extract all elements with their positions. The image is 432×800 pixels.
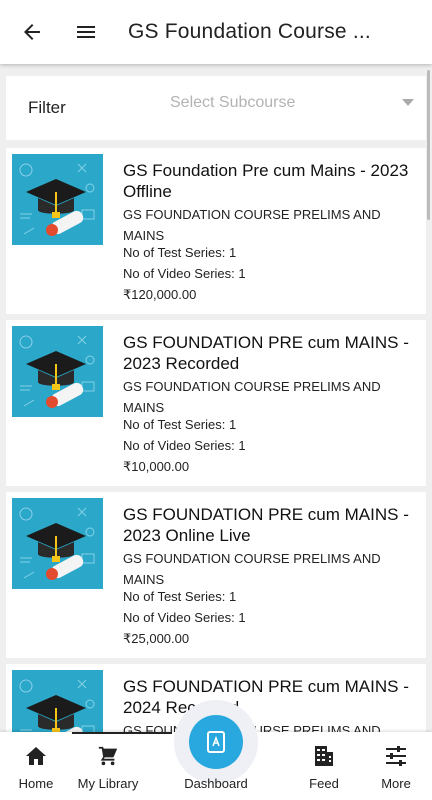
- nav-my-library[interactable]: My Library: [68, 732, 148, 800]
- filter-bar: Filter Select Subcourse: [6, 76, 426, 140]
- video-series-count: No of Video Series: 1: [123, 610, 246, 625]
- subcourse-select[interactable]: Select Subcourse: [148, 83, 414, 123]
- course-thumbnail: [12, 498, 103, 589]
- book-icon: [207, 731, 225, 753]
- course-title: GS Foundation Pre cum Mains - 2023 Offli…: [123, 161, 409, 201]
- sliders-icon: [386, 746, 406, 766]
- page-title: GS Foundation Course ...: [128, 20, 371, 43]
- scrollbar[interactable]: [427, 70, 430, 220]
- nav-feed-label: Feed: [309, 776, 339, 791]
- back-arrow-icon: [24, 24, 40, 40]
- nav-more[interactable]: More: [356, 732, 432, 800]
- course-price: ₹25,000.00: [123, 631, 190, 646]
- course-subtitle: GS FOUNDATION COURSE PRELIMS AND MAINS: [123, 551, 381, 587]
- nav-home-label: Home: [18, 776, 54, 791]
- test-series-count: No of Test Series: 1: [123, 245, 237, 260]
- nav-my-library-label: My Library: [77, 776, 139, 791]
- nav-dashboard[interactable]: [174, 700, 258, 784]
- graduation-cap-icon: [19, 163, 95, 236]
- course-title: GS FOUNDATION PRE cum MAINS - 2023 Recor…: [123, 333, 409, 373]
- course-thumbnail: [12, 154, 103, 245]
- course-subtitle: GS FOUNDATION COURSE PRELIMS AND MAINS: [123, 379, 381, 415]
- graduation-cap-icon: [19, 507, 95, 580]
- menu-button[interactable]: [66, 12, 106, 52]
- home-icon: [26, 747, 46, 765]
- nav-divider: [72, 732, 172, 734]
- course-card[interactable]: GS FOUNDATION PRE cum MAINS - 2023 Recor…: [6, 320, 426, 486]
- dropdown-caret-icon: [402, 99, 414, 106]
- nav-dashboard-label: Dashboard: [184, 776, 248, 791]
- course-thumbnail: [12, 326, 103, 417]
- back-button[interactable]: [12, 12, 52, 52]
- video-series-count: No of Video Series: 1: [123, 266, 246, 281]
- cart-icon: [98, 746, 118, 766]
- video-series-count: No of Video Series: 1: [123, 438, 246, 453]
- course-price: ₹120,000.00: [123, 287, 197, 302]
- app-bar: GS Foundation Course ...: [0, 0, 432, 64]
- test-series-count: No of Test Series: 1: [123, 417, 237, 432]
- hamburger-menu-icon: [77, 26, 95, 38]
- dashboard-button[interactable]: [189, 715, 243, 769]
- graduation-cap-icon: [19, 335, 95, 408]
- course-title: GS FOUNDATION PRE cum MAINS - 2023 Onlin…: [123, 505, 409, 545]
- nav-home[interactable]: Home: [0, 732, 76, 800]
- course-price: ₹10,000.00: [123, 459, 190, 474]
- course-card[interactable]: GS FOUNDATION PRE cum MAINS - 2023 Onlin…: [6, 492, 426, 658]
- filter-label: Filter: [28, 98, 66, 117]
- course-subtitle: GS FOUNDATION COURSE PRELIMS AND MAINS: [123, 207, 381, 243]
- course-title: GS FOUNDATION PRE cum MAINS - 2024 Recor…: [123, 677, 409, 717]
- building-icon: [315, 746, 333, 766]
- nav-feed[interactable]: Feed: [284, 732, 364, 800]
- nav-more-label: More: [381, 776, 411, 791]
- course-card[interactable]: GS Foundation Pre cum Mains - 2023 Offli…: [6, 148, 426, 314]
- subcourse-placeholder: Select Subcourse: [170, 94, 296, 111]
- test-series-count: No of Test Series: 1: [123, 589, 237, 604]
